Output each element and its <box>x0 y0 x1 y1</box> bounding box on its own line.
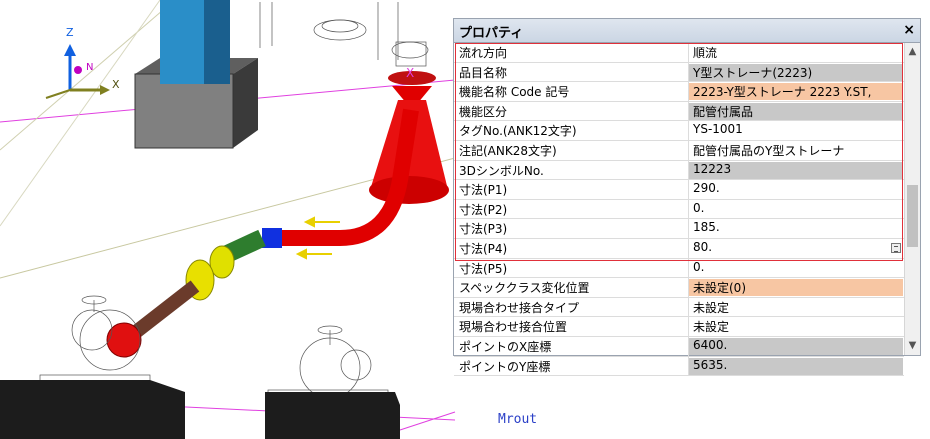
property-row[interactable]: 現場合わせ接合タイプ 未設定 <box>454 297 904 318</box>
property-label: 機能名称 Code 記号 <box>459 85 570 100</box>
point-marker: X <box>406 66 414 80</box>
property-row[interactable]: 寸法(P2) 0. <box>454 199 904 220</box>
axis-x-label: X <box>112 78 120 91</box>
property-value[interactable]: 配管付属品のY型ストレーナ <box>689 142 903 159</box>
axis-gizmo: Z X N <box>45 26 120 99</box>
status-text: Mrout <box>498 412 538 427</box>
property-row[interactable]: ポイントのY座標 5635. <box>454 356 904 377</box>
property-label: 3DシンボルNo. <box>459 163 544 178</box>
property-label: 品目名称 <box>459 65 508 80</box>
property-row[interactable]: 注記(ANK28文字) 配管付属品のY型ストレーナ <box>454 140 904 161</box>
chevron-down-icon[interactable]: ▼ <box>905 339 920 353</box>
property-row[interactable]: 現場合わせ接合位置 未設定 <box>454 317 904 337</box>
chevron-up-icon[interactable]: ▲ <box>905 45 920 59</box>
property-value[interactable]: 未設定 <box>689 299 903 316</box>
property-row[interactable]: 流れ方向 順流 <box>454 43 904 63</box>
property-row[interactable]: スペッククラス変化位置 未設定(0) <box>454 278 904 298</box>
scroll-thumb[interactable] <box>907 185 918 247</box>
block-front <box>134 73 234 149</box>
property-row[interactable]: 寸法(P4) 80. <box>454 238 904 259</box>
property-value[interactable]: 2223-Y型ストレーナ 2223 Y.ST, <box>689 83 903 101</box>
property-value[interactable]: YS-1001 <box>689 122 903 139</box>
property-value[interactable]: 290. <box>689 181 903 198</box>
property-label: 注記(ANK28文字) <box>459 143 557 158</box>
property-row[interactable]: 機能名称 Code 記号 2223-Y型ストレーナ 2223 Y.ST, <box>454 82 904 102</box>
properties-titlebar[interactable]: プロパティ × <box>454 19 920 43</box>
property-row[interactable]: 寸法(P5) 0. <box>454 258 904 279</box>
property-value[interactable]: 配管付属品 <box>689 102 903 120</box>
property-value[interactable]: 未設定 <box>689 318 903 335</box>
property-grid: 流れ方向 順流品目名称 Y型ストレーナ(2223) 機能名称 Code 記号 2223-… <box>454 43 904 377</box>
properties-panel: プロパティ × 流れ方向 順流 品目名称 Y型ストレーナ(2223) 機能名称 Code… <box>453 18 921 377</box>
property-label: スペッククラス変化位置 <box>459 281 590 296</box>
property-value[interactable]: 0. <box>689 260 903 277</box>
property-value[interactable]: 6400. <box>689 337 903 355</box>
property-label: 寸法(P3) <box>459 222 508 237</box>
property-label: 現場合わせ接合タイプ <box>459 300 580 315</box>
axis-z-label: Z <box>66 26 74 39</box>
properties-title: プロパティ <box>459 26 524 41</box>
property-value[interactable]: 未設定(0) <box>689 279 903 297</box>
scrollbar[interactable]: ▲ ▼ <box>904 43 920 355</box>
property-row[interactable]: タグNo.(ANK12文字) YS-1001 <box>454 121 904 141</box>
property-value[interactable]: 12223 <box>689 161 903 179</box>
property-label: 寸法(P5) <box>459 261 508 276</box>
property-value[interactable]: 0. <box>689 201 903 218</box>
ellipsis-edit-icon[interactable] <box>891 242 901 253</box>
property-label: 寸法(P4) <box>459 241 508 256</box>
grid-line <box>399 411 456 431</box>
property-row[interactable]: 機能区分 配管付属品 <box>454 101 904 122</box>
property-value[interactable]: Y型ストレーナ(2223) <box>689 63 903 81</box>
property-label: 機能区分 <box>459 104 508 119</box>
equipment-base <box>0 380 185 439</box>
property-value[interactable]: 5635. <box>689 357 903 375</box>
axis-y-label: N <box>86 62 93 73</box>
property-value[interactable]: 185. <box>689 220 903 237</box>
strainer-base <box>369 176 449 204</box>
property-row[interactable]: 寸法(P1) 290. <box>454 180 904 200</box>
property-row[interactable]: 寸法(P3) 185. <box>454 219 904 239</box>
property-value[interactable]: 80. <box>689 240 903 257</box>
close-icon[interactable]: × <box>903 21 915 39</box>
property-row[interactable]: 品目名称 Y型ストレーナ(2223) <box>454 62 904 83</box>
property-row[interactable]: 3DシンボルNo. 12223 <box>454 160 904 181</box>
property-value[interactable]: 順流 <box>689 44 903 61</box>
property-label: 寸法(P1) <box>459 183 508 198</box>
property-label: 寸法(P2) <box>459 202 508 217</box>
property-label: 流れ方向 <box>459 46 508 60</box>
property-label: ポイントのX座標 <box>459 339 552 354</box>
property-label: ポイントのY座標 <box>459 359 551 374</box>
property-row[interactable]: ポイントのX座標 6400. <box>454 336 904 357</box>
equipment-base <box>265 392 400 439</box>
pipe-brown <box>127 280 200 341</box>
column-right <box>204 0 230 84</box>
property-label: タグNo.(ANK12文字) <box>459 124 577 139</box>
wireframe-top <box>259 2 429 67</box>
property-label: 現場合わせ接合位置 <box>459 320 568 335</box>
column-left <box>160 0 204 84</box>
